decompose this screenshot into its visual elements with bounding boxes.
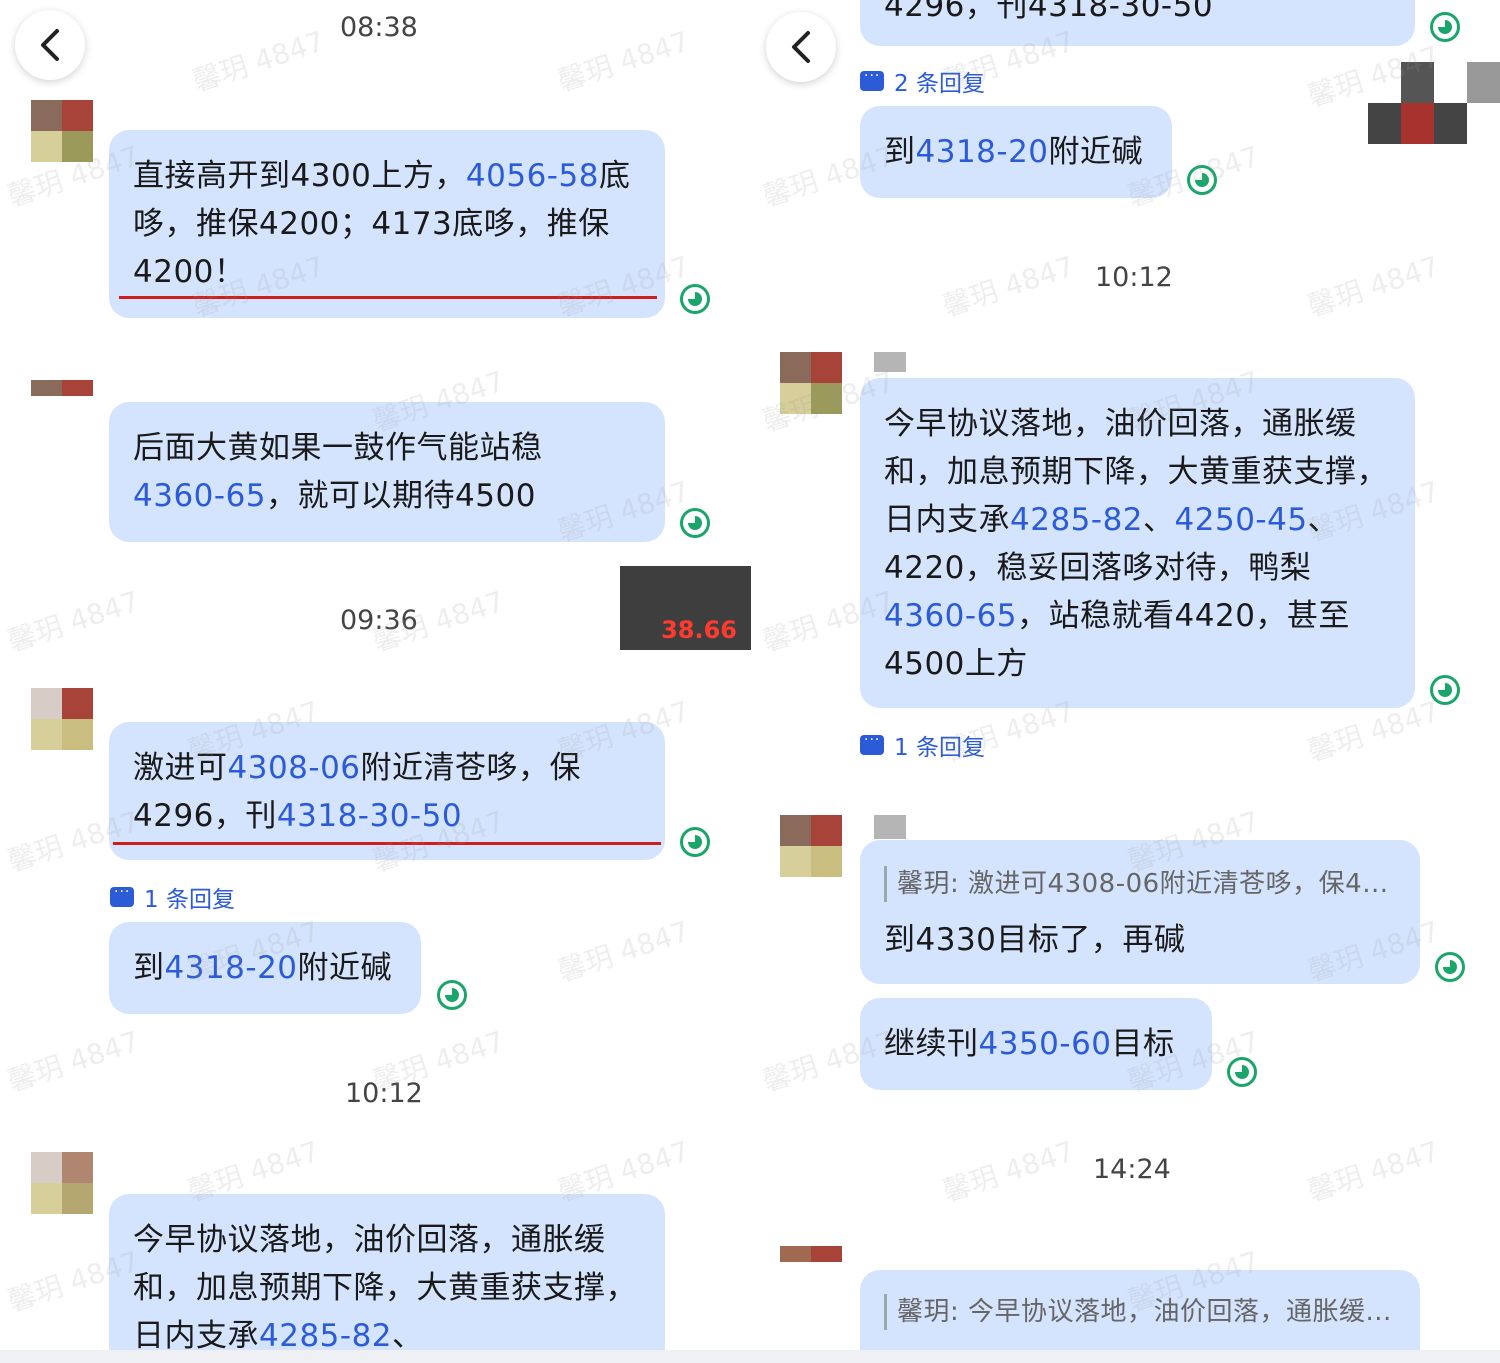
sender-name-redacted — [874, 352, 906, 372]
message-text: 、 — [1143, 502, 1175, 538]
price-highlight: 4360-65 — [133, 478, 267, 514]
price-highlight: 4056-58 — [465, 158, 599, 194]
overlay-price: 38.66 — [661, 616, 737, 644]
message-bubble[interactable]: 今早协议落地，油价回落，通胀缓和，加息预期下降，大黄重获支撑，日内支承4285-… — [860, 378, 1415, 708]
avatar[interactable] — [31, 1152, 93, 1214]
timestamp: 09:36 — [340, 605, 418, 636]
price-highlight: 4308-06 — [227, 750, 361, 786]
reply-count-link[interactable]: 1 条回复 — [110, 880, 235, 914]
red-underline — [119, 296, 657, 299]
red-underline — [113, 842, 661, 845]
right-chat-panel: 4296，刊4318-30-50 2 条回复 到4318-20附近碱 10:12… — [752, 0, 1500, 1363]
message-bubble[interactable]: 继续刊4350-60目标 — [860, 998, 1212, 1090]
obscured-price-overlay: 38.66 — [620, 566, 751, 650]
message-text: 激进可 — [133, 750, 228, 786]
price-highlight: 4350-60 — [978, 1026, 1112, 1062]
message-text: 直接高开到4300上方， — [133, 158, 466, 194]
avatar[interactable] — [780, 815, 842, 877]
timestamp: 10:12 — [1095, 262, 1173, 293]
read-status-icon — [680, 827, 710, 857]
quoted-message[interactable]: 馨玥: 激进可4308-06附近清苍哆，保4... — [884, 866, 1396, 902]
message-text: 到 — [133, 950, 165, 986]
bottom-strip — [0, 1350, 1500, 1363]
message-text: 4296，刊4318-30-50 — [884, 0, 1214, 24]
message-bubble[interactable]: 今早协议落地，油价回落，通胀缓和，加息预期下降，大黄重获支撑，日内支承4285-… — [109, 1194, 665, 1363]
timestamp: 08:38 — [340, 12, 418, 43]
message-bubble[interactable]: 到4318-20附近碱 — [109, 922, 421, 1014]
message-text: 到4330目标了，再碱 — [884, 922, 1186, 958]
price-highlight: 4285-82 — [259, 1318, 393, 1354]
price-highlight: 4318-20 — [915, 134, 1049, 170]
avatar[interactable] — [31, 100, 93, 162]
timestamp: 14:24 — [1093, 1154, 1171, 1185]
message-bubble[interactable]: 到4318-20附近碱 — [860, 106, 1172, 198]
avatar[interactable] — [780, 1246, 842, 1278]
price-highlight: 4250-45 — [1174, 502, 1308, 538]
price-highlight: 4318-20 — [164, 950, 298, 986]
message-bubble[interactable]: 4296，刊4318-30-50 — [860, 0, 1415, 46]
reply-count-link[interactable]: 1 条回复 — [860, 728, 985, 762]
comment-icon — [860, 68, 884, 91]
read-status-icon — [437, 980, 467, 1010]
pixelated-avatar — [1368, 62, 1500, 144]
read-status-icon — [1187, 165, 1217, 195]
comment-icon — [860, 732, 884, 755]
read-status-icon — [680, 508, 710, 538]
message-text: ，就可以期待4500 — [266, 478, 536, 514]
message-bubble[interactable]: 直接高开到4300上方，4056-58底哆，推保4200；4173底哆，推保42… — [109, 130, 665, 318]
price-highlight: 4360-65 — [884, 598, 1018, 634]
back-button[interactable] — [766, 12, 836, 82]
reply-count-link[interactable]: 2 条回复 — [860, 64, 985, 98]
read-status-icon — [1227, 1057, 1257, 1087]
comment-icon — [110, 884, 134, 907]
avatar[interactable] — [31, 688, 93, 750]
message-text: 继续刊 — [884, 1026, 979, 1062]
read-status-icon — [680, 284, 710, 314]
read-status-icon — [1435, 952, 1465, 982]
reply-count-label: 1 条回复 — [894, 735, 985, 761]
avatar[interactable] — [31, 380, 93, 412]
message-bubble[interactable]: 后面大黄如果一鼓作气能站稳 4360-65，就可以期待4500 — [109, 402, 665, 542]
price-highlight: 4318-30-50 — [276, 798, 463, 834]
message-text: 后面大黄如果一鼓作气能站稳 — [133, 430, 543, 466]
read-status-icon — [1430, 12, 1460, 42]
price-highlight: 4285-82 — [1010, 502, 1144, 538]
timestamp: 10:12 — [345, 1078, 423, 1109]
back-button[interactable] — [15, 10, 85, 80]
avatar[interactable] — [780, 352, 842, 414]
message-text: 目标 — [1111, 1026, 1175, 1062]
read-status-icon — [1430, 675, 1460, 705]
message-bubble[interactable]: 激进可4308-06附近清苍哆，保4296，刊4318-30-50 — [109, 722, 665, 860]
message-text: 到 — [884, 134, 916, 170]
reply-count-label: 1 条回复 — [144, 887, 235, 913]
reply-count-label: 2 条回复 — [894, 71, 985, 97]
quoted-message[interactable]: 馨玥: 今早协议落地，油价回落，通胀缓... — [884, 1294, 1396, 1330]
message-bubble[interactable]: 馨玥: 激进可4308-06附近清苍哆，保4... 到4330目标了，再碱 — [860, 840, 1420, 984]
left-chat-panel: 08:38 直接高开到4300上方，4056-58底哆，推保4200；4173底… — [0, 0, 752, 1363]
message-text: 、 — [392, 1318, 424, 1354]
sender-name-redacted — [874, 815, 906, 839]
message-text: 附近碱 — [1048, 134, 1144, 170]
chevron-left-icon — [792, 31, 810, 63]
chevron-left-icon — [41, 29, 59, 61]
message-text: 附近碱 — [297, 950, 393, 986]
